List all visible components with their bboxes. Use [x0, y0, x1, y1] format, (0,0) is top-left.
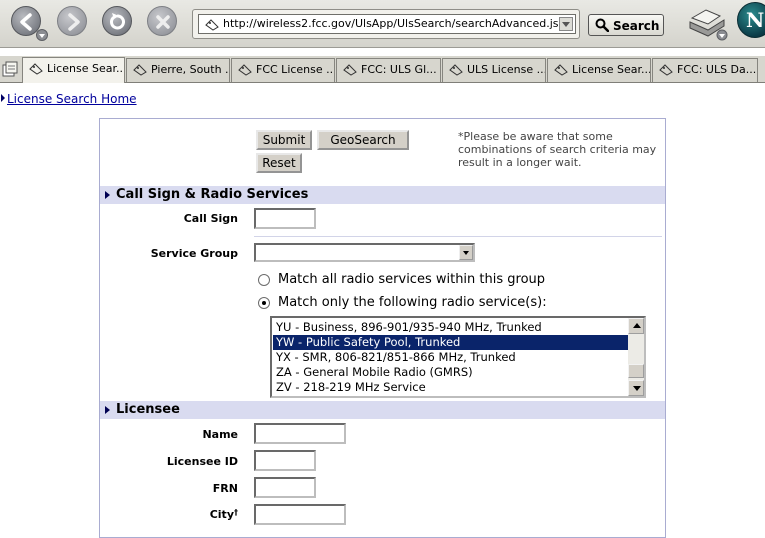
match-all-radio-label: Match all radio services within this gro… [278, 272, 546, 287]
netscape-logo: N [737, 2, 765, 38]
page-tab-icon [238, 64, 252, 76]
page-tab-icon [133, 64, 147, 76]
match-only-radio-label: Match only the following radio service(s… [278, 295, 547, 310]
browser-toolbar: http://wireless2.fcc.gov/UlsApp/UlsSearc… [0, 0, 765, 48]
listbox-scrollbar[interactable] [628, 318, 644, 396]
list-item[interactable]: ZV - 218-219 MHz Service [273, 380, 628, 395]
section-call-sign-radio-services[interactable]: Call Sign & Radio Services [100, 186, 665, 204]
tab-label: FCC: ULS Da... [677, 63, 757, 76]
page-proxy-icon [205, 19, 219, 31]
chevron-down-icon[interactable] [459, 245, 473, 260]
license-search-home-link[interactable]: License Search Home [1, 92, 137, 106]
page-tab-icon [554, 64, 568, 76]
match-all-radio[interactable] [258, 274, 270, 286]
tab-list-icon[interactable] [1, 60, 19, 78]
name-label: Name [202, 428, 238, 441]
service-group-label: Service Group [150, 247, 238, 260]
submit-button[interactable]: Submit [256, 130, 312, 150]
back-history-dropdown[interactable] [36, 29, 48, 41]
tab-4[interactable]: FCC: ULS Gl... [336, 58, 441, 82]
scroll-down-icon[interactable] [628, 380, 644, 396]
list-item[interactable]: YW - Public Safety Pool, Trunked [273, 335, 628, 350]
forward-arrow-icon [68, 13, 80, 31]
search-wait-notice: *Please be aware that some combinations … [458, 130, 657, 169]
search-button-label: Search [613, 19, 660, 33]
page-tab-icon [29, 63, 43, 75]
section-divider [254, 236, 662, 237]
reload-icon [110, 13, 125, 30]
page-tab-icon [343, 64, 357, 76]
print-icon[interactable] [686, 4, 730, 42]
browser-search-button[interactable]: Search [588, 14, 664, 36]
page-tab-icon [449, 64, 463, 76]
tab-label: FCC License ... [256, 63, 335, 76]
list-item[interactable]: YU - Business, 896-901/935-940 MHz, Trun… [273, 320, 628, 335]
list-item[interactable]: ZA - General Mobile Radio (GMRS) [273, 365, 628, 380]
geosearch-button[interactable]: GeoSearch [317, 130, 409, 150]
service-group-select[interactable] [254, 243, 475, 262]
address-bar[interactable]: http://wireless2.fcc.gov/UlsApp/UlsSearc… [198, 14, 576, 34]
url-text: http://wireless2.fcc.gov/UlsApp/UlsSearc… [223, 17, 566, 30]
name-input[interactable] [254, 423, 346, 444]
licensee-id-label: Licensee ID [166, 455, 238, 468]
tab-6[interactable]: License Sear... [547, 58, 651, 82]
reset-button[interactable]: Reset [256, 153, 302, 173]
tab-label: Pierre, South ... [151, 63, 230, 76]
city-label: City [209, 508, 234, 521]
tab-label: License Sear... [572, 63, 651, 76]
forward-button[interactable] [57, 6, 87, 36]
tab-7[interactable]: FCC: ULS Da... [652, 58, 758, 82]
stop-x-icon [156, 15, 170, 29]
frn-label: FRN [212, 482, 238, 495]
radio-services-listbox[interactable]: YU - Business, 896-901/935-940 MHz, Trun… [270, 316, 646, 398]
section-licensee[interactable]: Licensee [100, 401, 665, 419]
tab-1[interactable]: License Sear... [22, 57, 125, 83]
scroll-up-icon[interactable] [628, 318, 644, 334]
city-input[interactable] [254, 504, 346, 525]
page-tab-icon [659, 64, 673, 76]
scroll-thumb[interactable] [628, 364, 644, 378]
call-sign-label: Call Sign [183, 212, 238, 225]
tab-5[interactable]: ULS License ... [442, 58, 546, 82]
stop-button[interactable] [147, 6, 177, 36]
frn-input[interactable] [254, 477, 316, 498]
magnifier-icon [595, 18, 609, 32]
licensee-id-input[interactable] [254, 450, 316, 471]
tab-label: FCC: ULS Gl... [361, 63, 437, 76]
list-item[interactable]: YX - SMR, 806-821/851-866 MHz, Trunked [273, 350, 628, 365]
city-label-wrap: City† [98, 508, 238, 522]
tab-label: License Sear... [47, 62, 125, 75]
tab-2[interactable]: Pierre, South ... [126, 58, 230, 82]
tab-3[interactable]: FCC License ... [231, 58, 335, 82]
match-only-radio[interactable] [258, 297, 270, 309]
address-bar-container: http://wireless2.fcc.gov/UlsApp/UlsSearc… [192, 9, 580, 39]
url-history-dropdown[interactable] [559, 17, 573, 31]
tab-label: ULS License ... [467, 63, 546, 76]
city-footnote-mark: † [234, 508, 238, 517]
reload-button[interactable] [102, 6, 132, 36]
call-sign-input[interactable] [254, 208, 316, 229]
